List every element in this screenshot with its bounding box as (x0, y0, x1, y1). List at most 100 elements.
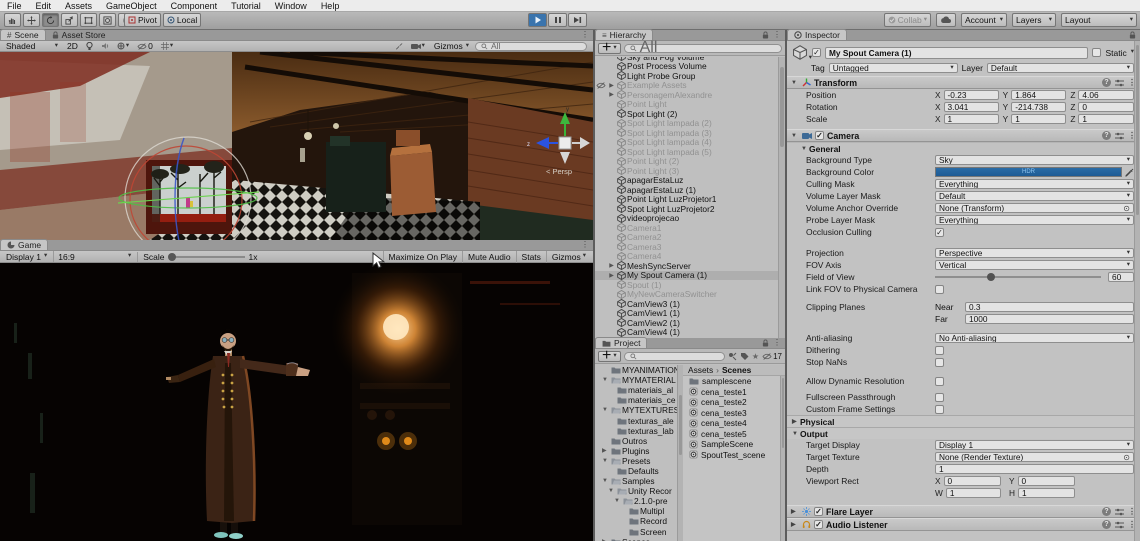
project-file-cena-teste4[interactable]: cena_teste4 (683, 418, 785, 429)
inspector-scrollbar[interactable] (1134, 41, 1140, 541)
project-folder-outros[interactable]: Outros (595, 436, 677, 446)
field-of-view-field[interactable]: 60 (1108, 272, 1134, 282)
project-file-spouttest-scene[interactable]: SpoutTest_scene (683, 450, 785, 461)
project-folder-texturas-ale[interactable]: texturas_ale (595, 415, 677, 425)
tab-game[interactable]: Game (0, 239, 48, 250)
foldout-arrow-icon[interactable]: ▶ (791, 521, 799, 528)
hierarchy-item-point-light-luzprojetor1[interactable]: Point Light LuzProjetor1 (595, 195, 778, 205)
volume-layer-mask-dropdown[interactable]: Default▾ (935, 191, 1134, 201)
link-fov-to-physical-camera-checkbox[interactable] (935, 285, 944, 294)
anti-aliasing-dropdown[interactable]: No Anti-aliasing▾ (935, 333, 1134, 343)
hierarchy-item-mynewcameraswitcher[interactable]: MyNewCameraSwitcher (595, 290, 778, 300)
play-button[interactable] (528, 13, 547, 27)
hierarchy-item-personagemalexandre[interactable]: ▶PersonagemAlexandre (595, 90, 778, 100)
project-folder-mymaterial[interactable]: ▼MYMATERIAL (595, 375, 677, 385)
presets-icon[interactable] (1115, 508, 1124, 516)
rect-tool-button[interactable] (80, 13, 97, 27)
rotation-y-field[interactable]: -214.738 (1011, 102, 1066, 112)
project-folder-plugins[interactable]: ▶Plugins (595, 446, 677, 456)
hierarchy-item-camera1[interactable]: Camera1 (595, 223, 778, 233)
hierarchy-item-spot-light-lampada-5[interactable]: Spot Light lampada (5) (595, 147, 778, 157)
camera-row-output[interactable]: ▼Output (787, 427, 1140, 439)
occlusion-culling-checkbox[interactable]: ✓ (935, 228, 944, 237)
game-panel-menu-icon[interactable]: ⋮ (581, 240, 589, 249)
background-type-dropdown[interactable]: Sky▾ (935, 155, 1134, 165)
hierarchy-item-camera4[interactable]: Camera4 (595, 252, 778, 262)
hierarchy-add-button[interactable]: +▾ (598, 43, 621, 54)
fullscreen-passthrough-checkbox[interactable] (935, 393, 944, 402)
dithering-checkbox[interactable] (935, 346, 944, 355)
far-field[interactable]: 1000 (965, 314, 1134, 324)
scene-gizmos-dropdown[interactable]: Gizmos▾ (430, 41, 473, 52)
audio-listener-component-header[interactable]: ▶✓Audio Listener?⋮ (787, 518, 1140, 531)
rotation-z-field[interactable]: 0 (1078, 102, 1134, 112)
hierarchy-item-light-probe-group[interactable]: Light Probe Group (595, 71, 778, 81)
hierarchy-item-point-light-2[interactable]: Point Light (2) (595, 157, 778, 167)
expand-arrow-icon[interactable]: ▼ (602, 458, 610, 464)
project-file-cena-teste5[interactable]: cena_teste5 (683, 429, 785, 440)
scale-z-field[interactable]: 1 (1078, 114, 1134, 124)
project-folder-materiais-ce[interactable]: materiais_ce (595, 395, 677, 405)
project-folder-2-1-0-pre[interactable]: ▼2.1.0-pre (595, 496, 677, 506)
open-asset-icon[interactable] (728, 352, 737, 361)
flare-layer-enabled-checkbox[interactable]: ✓ (814, 507, 823, 516)
hierarchy-scrollbar[interactable] (778, 57, 785, 338)
hierarchy-item-spot-light-2[interactable]: Spot Light (2) (595, 109, 778, 119)
help-icon[interactable]: ? (1102, 507, 1111, 516)
field-of-view-slider[interactable] (935, 276, 1101, 278)
hidden-count-toggle[interactable]: 17 (762, 352, 782, 361)
hierarchy-item-my-spout-camera-1[interactable]: ▶My Spout Camera (1) (595, 271, 778, 281)
hierarchy-item-apagarestaluz[interactable]: apagarEstaLuz (595, 176, 778, 186)
hierarchy-item-spout-1[interactable]: Spout (1) (595, 280, 778, 290)
hierarchy-item-videoprojecao[interactable]: videoprojecao (595, 214, 778, 224)
expand-arrow-icon[interactable]: ▶ (607, 272, 616, 279)
hierarchy-item-point-light[interactable]: Point Light (595, 100, 778, 110)
favorites-star-icon[interactable]: ★ (752, 352, 759, 361)
fov-axis-dropdown[interactable]: Vertical▾ (935, 260, 1134, 270)
project-files-scrollbar[interactable] (780, 376, 785, 541)
position-z-field[interactable]: 4.06 (1078, 90, 1134, 100)
hierarchy-item-post-process-volume[interactable]: Post Process Volume (595, 62, 778, 72)
hierarchy-item-camera2[interactable]: Camera2 (595, 233, 778, 243)
active-checkbox[interactable]: ✓ (812, 48, 821, 57)
hierarchy-item-point-light-3[interactable]: Point Light (3) (595, 166, 778, 176)
project-folder-scenes[interactable]: ▶Scenes (595, 537, 677, 541)
expand-arrow-icon[interactable]: ▼ (608, 488, 616, 494)
scale-y-field[interactable]: 1 (1011, 114, 1066, 124)
hierarchy-item-camview2-1[interactable]: CamView2 (1) (595, 318, 778, 328)
project-file-cena-teste1[interactable]: cena_teste1 (683, 387, 785, 398)
project-folder-unity-recor[interactable]: ▼Unity Recor (595, 486, 677, 496)
help-icon[interactable]: ? (1102, 520, 1111, 529)
presets-icon[interactable] (1115, 132, 1124, 140)
audio-listener-enabled-checkbox[interactable]: ✓ (814, 520, 823, 529)
hierarchy-item-camview1-1[interactable]: CamView1 (1) (595, 309, 778, 319)
shading-mode-dropdown[interactable]: Shaded▾ (2, 41, 62, 52)
camera-row-general[interactable]: ▼General (787, 142, 1140, 154)
menu-file[interactable]: File (0, 0, 29, 12)
tab-scene[interactable]: # Scene (0, 29, 46, 40)
label-tag-icon[interactable] (740, 352, 749, 360)
menu-assets[interactable]: Assets (58, 0, 99, 12)
lock-icon[interactable] (762, 339, 769, 347)
flare-layer-component-header[interactable]: ▶✓Flare Layer?⋮ (787, 505, 1140, 518)
hand-tool-button[interactable] (4, 13, 21, 27)
project-folder-presets[interactable]: ▼Presets (595, 456, 677, 466)
hierarchy-item-spot-light-lampada-2[interactable]: Spot Light lampada (2) (595, 119, 778, 129)
position-y-field[interactable]: 1.864 (1011, 90, 1066, 100)
menu-help[interactable]: Help (314, 0, 347, 12)
stop-nans-checkbox[interactable] (935, 358, 944, 367)
project-add-button[interactable]: +▾ (598, 351, 621, 362)
scene-search-input[interactable]: All (475, 42, 587, 51)
rotation-x-field[interactable]: 3.041 (944, 102, 999, 112)
maximize-on-play-button[interactable]: Maximize On Play (383, 251, 463, 263)
project-folder-samples[interactable]: ▼Samples (595, 476, 677, 486)
camera-component-header[interactable]: ▼ ✓ Camera ? ⋮ (787, 129, 1140, 142)
hierarchy-item-camera3[interactable]: Camera3 (595, 242, 778, 252)
move-tool-button[interactable] (23, 13, 40, 27)
project-folder-materiais-al[interactable]: materiais_al (595, 385, 677, 395)
near-field[interactable]: 0.3 (965, 302, 1134, 312)
presets-icon[interactable] (1115, 521, 1124, 529)
slider-knob[interactable] (987, 273, 995, 281)
project-folder-record[interactable]: Record (595, 516, 677, 526)
hierarchy-item-camview4-1[interactable]: CamView4 (1) (595, 328, 778, 338)
